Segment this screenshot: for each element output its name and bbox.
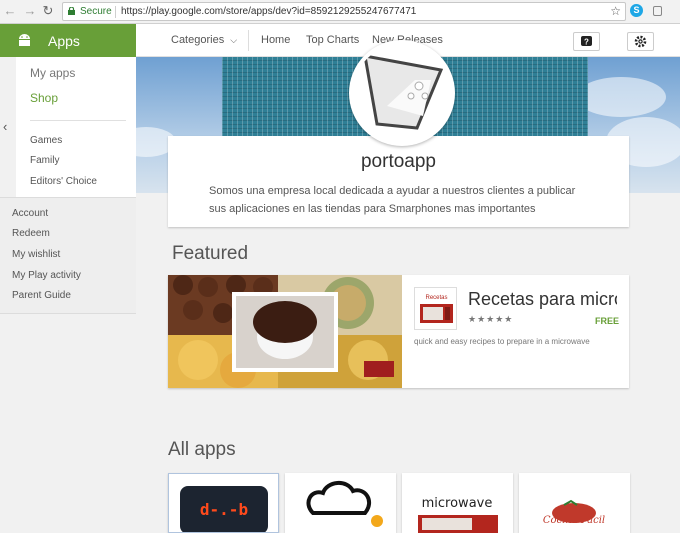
featured-app-name[interactable]: Recetas para microondas <box>468 289 617 310</box>
app-card[interactable]: Cocina Fácil <box>519 473 630 533</box>
android-icon <box>19 34 30 46</box>
sidebar-divider <box>30 120 126 121</box>
featured-title: Featured <box>172 243 249 264</box>
nav-divider <box>248 30 249 51</box>
sidebar-item-editors-choice[interactable]: Editors' Choice <box>30 176 97 187</box>
sidebar-item-account[interactable]: Account <box>12 208 48 219</box>
sidebar-item-games[interactable]: Games <box>30 135 62 146</box>
price-badge[interactable]: FREE <box>595 316 619 326</box>
featured-banner-image <box>168 275 402 388</box>
url-divider <box>115 6 116 18</box>
chef-hat-icon <box>306 481 383 527</box>
sidebar-item-play-activity[interactable]: My Play activity <box>12 270 81 281</box>
sidebar-item-my-apps[interactable]: My apps <box>30 66 75 80</box>
apps-label: Apps <box>48 33 80 49</box>
cloud <box>576 77 666 117</box>
lock-icon <box>68 7 75 15</box>
app-card[interactable] <box>285 473 396 533</box>
browser-toolbar: ← → ↻ Secure https://play.google.com/sto… <box>0 0 680 24</box>
apps-section-header[interactable]: Apps <box>0 24 136 57</box>
sidebar-item-redeem[interactable]: Redeem <box>12 228 50 239</box>
description-line: Somos una empresa local dedicada a ayuda… <box>209 185 576 197</box>
settings-icon <box>634 35 647 48</box>
food-collage <box>168 275 402 388</box>
settings-button[interactable] <box>627 32 654 51</box>
help-icon: ? <box>581 36 592 47</box>
app-icon: d-.-b <box>180 486 268 532</box>
all-apps-title: All apps <box>168 439 236 460</box>
nav-home[interactable]: Home <box>261 34 290 46</box>
developer-logo <box>363 54 444 130</box>
bookmark-star-icon[interactable]: ☆ <box>610 3 621 20</box>
featured-app-description: quick and easy recipes to prepare in a m… <box>414 337 590 346</box>
secure-label: Secure <box>80 6 112 17</box>
back-arrow-icon[interactable]: ← <box>3 4 17 18</box>
sidebar-item-parent-guide[interactable]: Parent Guide <box>12 290 71 301</box>
app-card[interactable]: d-.-b <box>168 473 279 533</box>
help-button[interactable]: ? <box>573 32 600 51</box>
app-icon: microwave <box>418 496 498 533</box>
svg-text:?: ? <box>584 38 589 47</box>
developer-avatar <box>349 40 455 146</box>
featured-app-card[interactable]: Recetas Recetas para microondas ★★★★★ FR… <box>168 275 629 388</box>
extension-icon[interactable] <box>653 6 662 16</box>
app-card-label: microwave <box>422 496 493 511</box>
sidebar-item-family[interactable]: Family <box>30 155 59 166</box>
collapse-sidebar-icon[interactable]: ‹ <box>3 119 7 134</box>
svg-text:Recetas: Recetas <box>425 295 447 301</box>
nav-top-charts[interactable]: Top Charts <box>306 34 359 46</box>
microwave-icon: Recetas <box>420 295 453 323</box>
sidebar-account: Account Redeem My wishlist My Play activ… <box>0 197 136 314</box>
rating-stars: ★★★★★ <box>468 314 514 324</box>
sidebar-item-wishlist[interactable]: My wishlist <box>12 249 60 260</box>
featured-app-icon: Recetas <box>414 287 457 330</box>
app-card-label: d-.-b <box>200 500 248 519</box>
url-text[interactable]: https://play.google.com/store/apps/dev?i… <box>121 3 416 20</box>
reload-icon[interactable]: ↻ <box>41 4 55 18</box>
categories-label: Categories <box>171 34 225 46</box>
developer-name: portoapp <box>360 151 436 172</box>
app-icon: Cocina Fácil <box>543 499 605 526</box>
sidebar-item-shop[interactable]: Shop <box>30 91 58 105</box>
address-bar[interactable]: Secure https://play.google.com/store/app… <box>62 2 626 21</box>
app-card[interactable]: microwave <box>402 473 513 533</box>
developer-card: portoapp Somos una empresa local dedicad… <box>168 136 629 227</box>
chevron-down-icon: ⌵ <box>230 35 238 45</box>
sidebar-primary: My apps Shop Games Family Editors' Choic… <box>16 57 136 197</box>
skype-extension-icon[interactable]: S <box>630 4 643 17</box>
description-line: sus aplicaciones en las tiendas para Sma… <box>209 203 536 215</box>
categories-dropdown[interactable]: Categories ⌵ <box>171 34 237 46</box>
developer-description: Somos una empresa local dedicada a ayuda… <box>209 182 609 218</box>
forward-arrow-icon[interactable]: → <box>23 4 37 18</box>
